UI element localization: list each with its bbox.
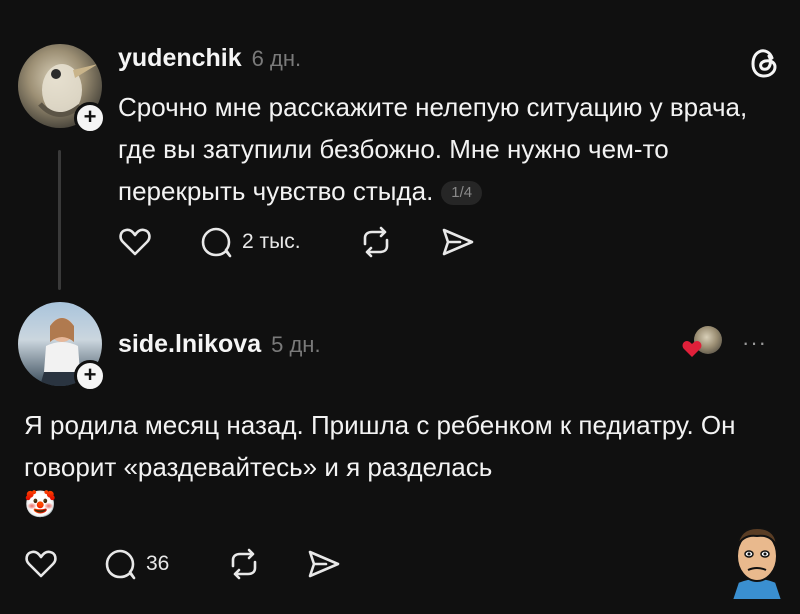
post-username[interactable]: yudenchik bbox=[118, 44, 242, 72]
reply-time: 5 дн. bbox=[271, 332, 321, 357]
post-share-button[interactable] bbox=[440, 226, 476, 258]
post-reply-button[interactable]: 2 тыс. bbox=[200, 226, 301, 258]
reply-header: side.lnikova 5 дн. bbox=[118, 330, 321, 359]
comment-icon bbox=[105, 549, 136, 580]
liked-by-author-badge bbox=[682, 326, 724, 360]
post-time: 6 дн. bbox=[251, 46, 302, 71]
follow-plus-button[interactable]: + bbox=[74, 102, 106, 134]
reply-repost-button[interactable] bbox=[226, 548, 262, 580]
repost-icon bbox=[363, 226, 389, 258]
reply-reply-count: 36 bbox=[146, 552, 170, 575]
reply-text: Я родила месяц назад. Пришла с ребенком … bbox=[24, 410, 736, 482]
post-header: yudenchik 6 дн. bbox=[118, 44, 301, 73]
post-repost-button[interactable] bbox=[358, 226, 394, 258]
repost-icon bbox=[231, 548, 257, 580]
reply-like-button[interactable] bbox=[24, 548, 58, 580]
share-icon bbox=[308, 550, 340, 578]
heart-filled-icon bbox=[682, 341, 702, 357]
reply-body: Я родила месяц назад. Пришла с ребенком … bbox=[24, 404, 784, 522]
clown-emoji: 🤡 bbox=[24, 490, 57, 520]
reply-reply-button[interactable]: 36 bbox=[104, 548, 169, 580]
more-options-button[interactable]: ··· bbox=[742, 330, 767, 356]
threads-logo-icon[interactable] bbox=[748, 46, 782, 80]
cartoon-face-sticker bbox=[724, 520, 790, 601]
post-reply-count: 2 тыс. bbox=[242, 230, 301, 253]
heart-icon bbox=[25, 550, 57, 578]
reply-username[interactable]: side.lnikova bbox=[118, 330, 261, 358]
post-body: Срочно мне расскажите нелепую ситуацию у… bbox=[118, 86, 768, 212]
post-text: Срочно мне расскажите нелепую ситуацию у… bbox=[118, 92, 748, 206]
reply-follow-plus-button[interactable]: + bbox=[74, 360, 106, 392]
thread-connector-line bbox=[58, 150, 61, 290]
post-like-button[interactable] bbox=[118, 226, 152, 258]
comment-icon bbox=[201, 227, 232, 258]
media-page-indicator: 1/4 bbox=[441, 181, 483, 206]
reply-share-button[interactable] bbox=[306, 548, 342, 580]
share-icon bbox=[442, 228, 474, 256]
heart-icon bbox=[119, 228, 151, 256]
